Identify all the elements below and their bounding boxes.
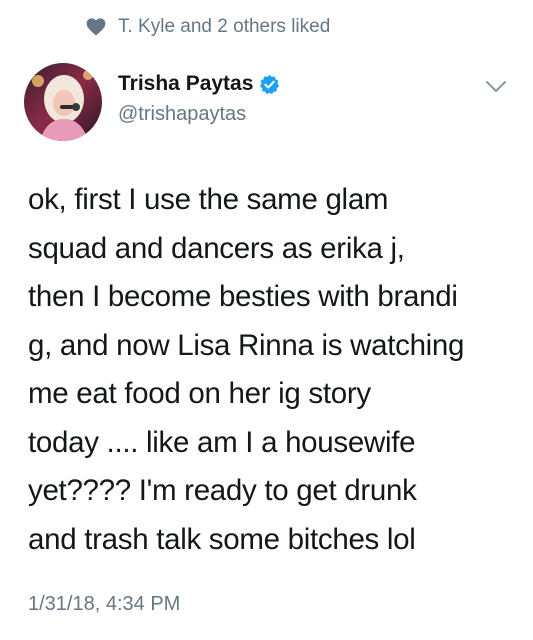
tweet-text: ok, first I use the same glam squad and … [28,176,518,564]
social-context-text: T. Kyle and 2 others liked [118,16,331,37]
tweet-text-line: and trash talk some bitches lol [28,522,416,556]
author-name[interactable]: Trisha Paytas [118,72,253,96]
tweet-text-line: then I become besties with brandi [28,280,458,313]
avatar-image [24,63,102,141]
author[interactable]: Trisha Paytas @trishapaytas [118,72,280,126]
author-handle[interactable]: @trishapaytas [118,103,280,126]
heart-icon [86,18,106,36]
tweet-text-line: ok, first I use the same glam [28,183,389,216]
verified-icon [260,74,280,94]
tweet-text-line: yet???? I'm ready to get drunk [28,474,417,507]
social-context[interactable]: T. Kyle and 2 others liked [86,16,330,38]
chevron-down-icon[interactable] [485,80,507,94]
tweet-text-line: me eat food on her ig story [28,377,371,410]
tweet-text-line: squad and dancers as erika j, [28,231,405,265]
tweet-text-line: today .... like am I a housewife [28,425,416,459]
avatar[interactable] [24,63,102,141]
tweet-text-line: g, and now Lisa Rinna is watching [28,328,465,362]
tweet-timestamp[interactable]: 1/31/18, 4:34 PM [28,593,180,616]
